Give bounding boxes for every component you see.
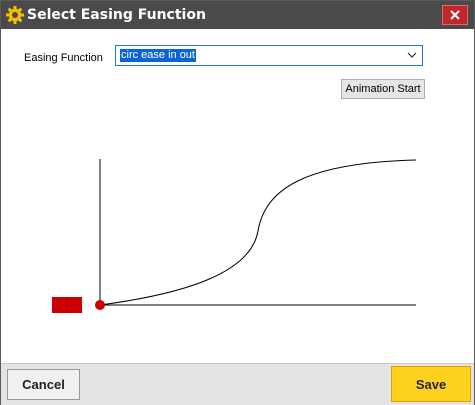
cancel-button[interactable]: Cancel xyxy=(7,369,80,400)
easing-curve-preview xyxy=(52,159,417,313)
close-icon xyxy=(450,10,460,20)
title-bar: Select Easing Function xyxy=(1,1,474,29)
easing-dialog: Select Easing Function Easing Function c… xyxy=(0,0,475,405)
chevron-down-icon xyxy=(407,52,417,58)
easing-function-value: circ ease in out xyxy=(120,49,196,62)
dialog-footer: Cancel Save xyxy=(1,363,474,405)
easing-curve xyxy=(99,159,417,306)
easing-function-select[interactable]: circ ease in out xyxy=(115,45,423,66)
easing-function-label: Easing Function xyxy=(24,52,103,64)
close-button[interactable] xyxy=(442,5,468,25)
animation-start-dot xyxy=(95,300,105,310)
save-button[interactable]: Save xyxy=(391,366,471,402)
gear-icon xyxy=(6,6,24,24)
dialog-title: Select Easing Function xyxy=(27,7,206,23)
animation-start-button[interactable]: Animation Start xyxy=(341,79,425,99)
